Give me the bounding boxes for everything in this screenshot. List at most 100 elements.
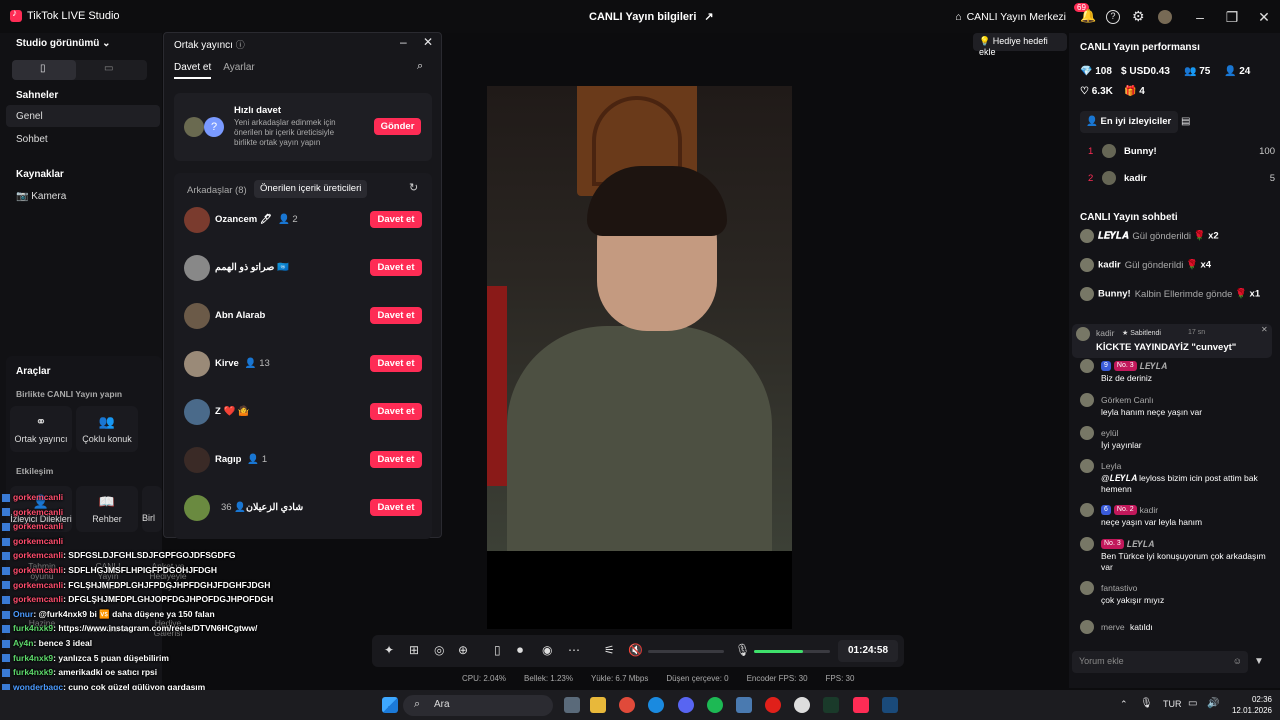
task-view-icon[interactable] <box>564 697 580 713</box>
studio-view-dropdown[interactable]: Studio görünümü ⌄ <box>16 38 111 49</box>
invite-button[interactable]: Davet et <box>370 355 422 372</box>
record-icon[interactable]: ⏺ <box>517 643 523 658</box>
friends-tab[interactable]: Arkadaşlar (8) <box>187 185 247 196</box>
volume-icon[interactable]: 🔊 <box>1207 698 1219 709</box>
effects-icon[interactable]: ◎ <box>434 643 444 657</box>
chat-message[interactable]: Leyla @𝑳𝑬𝒀𝑳𝑨 leyloss bizim icin post atti… <box>1080 459 1270 495</box>
invite-button[interactable]: Davet et <box>370 403 422 420</box>
gear-icon[interactable]: ⚙ <box>1132 9 1146 24</box>
more-icon[interactable]: ⋯ <box>568 643 580 657</box>
layout-icon[interactable]: ⊞ <box>409 643 419 657</box>
opera-icon[interactable] <box>765 697 781 713</box>
guide-tool[interactable]: 📖 Rehber <box>76 486 138 532</box>
tray-chevron-icon[interactable]: ⌃ <box>1120 699 1128 710</box>
bell-icon[interactable]: 🔔 <box>1080 9 1096 24</box>
windows-start-icon[interactable] <box>382 697 398 713</box>
comment-input[interactable]: Yorum ekle ☺ <box>1072 651 1248 673</box>
invite-button[interactable]: Davet et <box>370 451 422 468</box>
microphone-icon[interactable]: 🎙 <box>735 643 750 657</box>
chat-message[interactable]: eylül İyi yayınlar <box>1080 426 1270 451</box>
invite-button[interactable]: Davet et <box>370 211 422 228</box>
mic-volume-slider[interactable] <box>754 650 830 653</box>
avatar <box>1080 503 1094 517</box>
search-icon[interactable]: ⌕ <box>417 60 423 73</box>
live-info-button[interactable]: CANLI Yayın bilgileri ↗ <box>589 10 714 24</box>
info-icon[interactable]: ⓘ <box>236 40 245 50</box>
folder-icon[interactable] <box>590 697 606 713</box>
invite-button[interactable]: Davet et <box>370 259 422 276</box>
overlay-chat-line: furk4nxk9: https://www.instagram.com/ree… <box>2 623 257 633</box>
magic-icon[interactable]: ✦ <box>384 643 394 657</box>
tiktok-studio-icon[interactable] <box>853 697 869 713</box>
avatar[interactable] <box>1158 10 1172 24</box>
add-icon[interactable]: ⊕ <box>458 643 468 657</box>
co-host-tool[interactable]: ⚭ Ortak yayıncı <box>10 406 72 452</box>
microphone-tray-icon[interactable]: 🎙 <box>1140 698 1153 709</box>
network-icon[interactable]: ▭ <box>1188 698 1197 709</box>
spotify-icon[interactable] <box>707 697 723 713</box>
mute-icon[interactable]: 🔇 <box>628 643 643 657</box>
app-name: TikTok LIVE Studio <box>27 10 120 22</box>
minimize-button[interactable]: – <box>1184 9 1216 25</box>
chat-message-header: 9 No. 3 𝑳𝑬𝒀𝑳𝑨 <box>1080 359 1270 373</box>
chat-message[interactable]: fantastivo çok yakışır mıyız <box>1080 581 1270 606</box>
close-icon[interactable]: ✕ <box>423 35 433 49</box>
pinned-message[interactable]: kadir ★ Sabitlendi 17 sn ✕ KİCKTE YAYIND… <box>1072 324 1272 358</box>
leaderboard-row[interactable]: 1 Bunny! 100 <box>1080 144 1275 162</box>
maximize-button[interactable]: ❐ <box>1216 9 1248 26</box>
chat-message[interactable]: merve katıldı <box>1080 620 1270 634</box>
suggested-tab[interactable]: Önerilen içerik üreticileri <box>254 180 368 198</box>
metric-diamonds: 💎 108 <box>1080 66 1112 77</box>
language-indicator[interactable]: TUR <box>1163 699 1182 709</box>
steam-icon[interactable] <box>882 697 898 713</box>
help-icon[interactable]: ? <box>1106 10 1120 24</box>
close-icon[interactable]: ✕ <box>1261 325 1268 334</box>
send-icon[interactable]: ▼ <box>1254 656 1264 667</box>
leaderboard-row[interactable]: 2 kadir 5 <box>1080 171 1275 189</box>
chat-message[interactable]: 6 No. 2 kadir neçe yaşın var leyla hanım <box>1080 503 1270 528</box>
more-tool-label: Birl <box>142 513 155 523</box>
quick-invite-desc: Yeni arkadaşlar edinmek için önerilen bi… <box>234 118 336 147</box>
source-camera[interactable]: 📷 Kamera <box>16 191 66 202</box>
overlay-chat-text: : https://www.instagram.com/reels/DTVN6H… <box>53 623 258 634</box>
more-tool[interactable]: Birl <box>142 486 162 532</box>
camera-toggle-icon[interactable]: ◉ <box>542 643 552 657</box>
view-toggle[interactable]: ▯ ▭ <box>12 60 147 80</box>
invite-button[interactable]: Davet et <box>370 307 422 324</box>
close-button[interactable]: ✕ <box>1248 9 1280 26</box>
sliders-icon[interactable]: ⚟ <box>604 643 615 657</box>
edge-icon[interactable] <box>648 697 664 713</box>
tab-invite[interactable]: Davet et <box>174 62 212 79</box>
landscape-icon[interactable]: ▭ <box>104 63 113 74</box>
scene-chat[interactable]: Sohbet <box>16 134 48 145</box>
terminal-icon[interactable] <box>823 697 839 713</box>
portrait-view-option[interactable]: ▯ <box>12 60 76 80</box>
live-center-button[interactable]: ⌂ CANLI Yayın Merkezi <box>955 11 1066 23</box>
taskbar-search[interactable]: ⌕ Ara <box>403 695 553 716</box>
refresh-icon[interactable]: ↻ <box>409 181 418 194</box>
emoji-icon[interactable]: ☺ <box>1233 656 1242 666</box>
system-volume-slider[interactable] <box>648 650 724 653</box>
scene-general[interactable]: Genel <box>16 111 43 122</box>
tab-settings[interactable]: Ayarlar <box>223 62 255 79</box>
stat-item: FPS: 30 <box>825 674 855 683</box>
overlay-chat-line: furk4nxk9: amerikadki oe satıcı rpsi <box>2 667 157 677</box>
top-viewers-button[interactable]: 👤 En iyi izleyiciler <box>1080 111 1178 133</box>
chat-message[interactable]: 9 No. 3 𝑳𝑬𝒀𝑳𝑨 Biz de deriniz <box>1080 359 1270 384</box>
chat-message[interactable]: No. 3 𝑳𝑬𝒀𝑳𝑨 Ben Türkce iyi konuşuyorum çok… <box>1080 537 1270 573</box>
gift-goal-button[interactable]: 💡 Hediye hedefi ekle <box>973 33 1067 57</box>
list-icon[interactable]: ▤ <box>1181 116 1190 127</box>
discord-icon[interactable] <box>678 697 694 713</box>
chat-message[interactable]: Görkem Canlı leyla hanım neçe yaşın var <box>1080 393 1270 418</box>
user-badge-icon <box>2 522 10 531</box>
chatgpt-icon[interactable] <box>794 697 810 713</box>
multi-guest-tool[interactable]: 👥 Çoklu konuk <box>76 406 138 452</box>
invite-button[interactable]: Davet et <box>370 499 422 516</box>
clock[interactable]: 02:36 12.01.2026 <box>1232 694 1272 716</box>
studio-view-label: Studio görünümü <box>16 38 100 49</box>
app-icon[interactable] <box>736 697 752 713</box>
send-button[interactable]: Gönder <box>374 118 421 135</box>
chrome-icon[interactable] <box>619 697 635 713</box>
minimize-icon[interactable]: – <box>400 35 407 49</box>
phone-icon[interactable]: ▯ <box>494 643 501 657</box>
